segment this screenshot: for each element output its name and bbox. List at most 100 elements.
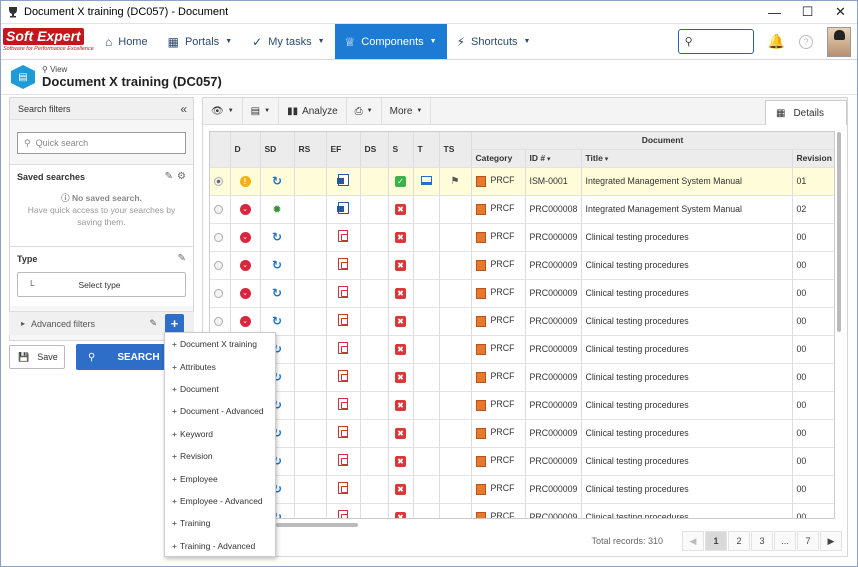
gear-icon[interactable]: ⚙ bbox=[177, 171, 186, 182]
avatar[interactable] bbox=[827, 26, 851, 57]
dropdown-item[interactable]: Employee - Advanced bbox=[165, 490, 275, 512]
pager-page-7[interactable]: 7 bbox=[797, 531, 819, 551]
row-radio[interactable] bbox=[214, 233, 223, 243]
brush-icon[interactable]: ✎ bbox=[165, 171, 173, 182]
table-row[interactable]: ⌄ ✹ ✖ PRCF PRC000008 Integrated Management Sy… bbox=[210, 195, 834, 224]
brush-icon[interactable]: ✎ bbox=[178, 253, 186, 264]
table-row[interactable]: ⌄↻✖PRCFPRC000009Clinical testing procedu… bbox=[210, 251, 834, 280]
cell-title: Clinical testing procedures bbox=[581, 251, 793, 280]
column-header-id[interactable]: ID # bbox=[525, 149, 582, 168]
softexpert-logo[interactable]: Soft Expert Software for Performance Exc… bbox=[1, 24, 95, 60]
row-select-cell[interactable] bbox=[210, 307, 231, 336]
pager-page-3[interactable]: 3 bbox=[751, 531, 773, 551]
quick-search-input[interactable]: ⚲ Quick search bbox=[17, 132, 186, 154]
column-header-s[interactable]: S bbox=[388, 132, 414, 168]
column-header-sd[interactable]: SD bbox=[260, 132, 295, 168]
view-text: View bbox=[50, 65, 68, 74]
add-filter-button[interactable]: + bbox=[165, 314, 184, 333]
column-header-category[interactable]: Category bbox=[471, 149, 526, 168]
print-button[interactable]: ⎙ ▼ bbox=[347, 98, 382, 124]
pager-page-2[interactable]: 2 bbox=[728, 531, 750, 551]
table-row[interactable]: ! ↻ ✓ ⚑ PRCF ISM-0001 Integrated Management Sy… bbox=[210, 167, 834, 196]
pager-page-1[interactable]: 1 bbox=[705, 531, 727, 551]
column-header-d[interactable]: D bbox=[230, 132, 261, 168]
column-header-ef[interactable]: EF bbox=[326, 132, 361, 168]
nav-my-tasks[interactable]: ✓ My tasks ▼ bbox=[242, 24, 334, 59]
sync-icon: ↻ bbox=[271, 174, 283, 188]
column-header-ts[interactable]: TS bbox=[439, 132, 472, 168]
table-row[interactable]: ⌄↻✖PRCFPRC000009Clinical testing procedu… bbox=[210, 391, 834, 420]
type-label: Type bbox=[17, 253, 38, 264]
dropdown-item[interactable]: Keyword bbox=[165, 423, 275, 445]
nav-components[interactable]: ♕ Components ▼ bbox=[334, 24, 447, 59]
pager-prev-button[interactable]: ◀ bbox=[682, 531, 704, 551]
column-header-t[interactable]: T bbox=[413, 132, 440, 168]
column-header-ds[interactable]: DS bbox=[360, 132, 389, 168]
table-row[interactable]: ⌄↻✖PRCFPRC000009Clinical testing procedu… bbox=[210, 363, 834, 392]
help-icon[interactable]: ? bbox=[799, 34, 813, 49]
row-select-cell[interactable] bbox=[210, 167, 231, 196]
dropdown-item[interactable]: Employee bbox=[165, 467, 275, 489]
collapse-icon[interactable]: « bbox=[180, 102, 187, 116]
cell-s: ✖ bbox=[388, 363, 414, 392]
status-overdue-icon: ⌄ bbox=[239, 259, 251, 271]
pager-next-button[interactable]: ▶ bbox=[820, 531, 842, 551]
row-radio[interactable] bbox=[214, 261, 223, 271]
more-label: More bbox=[389, 105, 413, 117]
dropdown-item[interactable]: Attributes bbox=[165, 355, 275, 377]
row-radio[interactable] bbox=[214, 289, 223, 299]
bell-icon[interactable]: 🔔 bbox=[768, 33, 785, 50]
table-row[interactable]: ⌄↻✖PRCFPRC000009Clinical testing procedu… bbox=[210, 307, 834, 336]
minimize-button[interactable]: — bbox=[758, 1, 791, 23]
dropdown-item[interactable]: Training - Advanced bbox=[165, 535, 275, 557]
row-select-cell[interactable] bbox=[210, 279, 231, 308]
vertical-scrollbar[interactable] bbox=[837, 132, 841, 332]
search-filters-title: Search filters bbox=[18, 103, 71, 114]
column-header-rs[interactable]: RS bbox=[294, 132, 327, 168]
caret-down-icon: ▼ bbox=[227, 108, 234, 114]
nav-shortcuts[interactable]: ⚡ Shortcuts ▼ bbox=[447, 24, 541, 59]
table-row[interactable]: ⌄↻✖PRCFPRC000009Clinical testing procedu… bbox=[210, 419, 834, 448]
dropdown-item[interactable]: Document X training bbox=[165, 333, 275, 355]
cell-s: ✖ bbox=[388, 307, 414, 336]
status-cancel-icon: ✖ bbox=[395, 455, 406, 467]
cell-ds bbox=[360, 307, 389, 336]
status-cancel-icon: ✖ bbox=[395, 427, 406, 439]
table-row[interactable]: ⌄↻✖PRCFPRC000009Clinical testing procedu… bbox=[210, 503, 834, 519]
row-select-cell[interactable] bbox=[210, 223, 231, 252]
save-button[interactable]: 💾 Save bbox=[9, 345, 65, 369]
view-toggle-button[interactable]: 👁 ▼ bbox=[203, 98, 243, 124]
column-header-revision[interactable]: Revision bbox=[792, 149, 834, 168]
row-radio[interactable] bbox=[214, 205, 223, 215]
dropdown-item[interactable]: Document - Advanced bbox=[165, 400, 275, 422]
table-row[interactable]: ⌄↻✖PRCFPRC000009Clinical testing procedu… bbox=[210, 279, 834, 308]
brush-icon[interactable]: ✎ bbox=[149, 318, 157, 329]
analyze-button[interactable]: ▮▮ Analyze bbox=[279, 98, 347, 124]
layout-button[interactable]: ▤ ▼ bbox=[243, 98, 280, 124]
close-button[interactable]: ✕ bbox=[824, 1, 857, 23]
details-tab[interactable]: ▦ Details bbox=[765, 100, 847, 125]
maximize-button[interactable]: ☐ bbox=[791, 1, 824, 23]
dropdown-item[interactable]: Revision bbox=[165, 445, 275, 467]
category-text: PRCF bbox=[490, 511, 515, 519]
cell-category: PRCF bbox=[471, 223, 526, 252]
row-radio[interactable] bbox=[214, 317, 223, 327]
row-select-cell[interactable] bbox=[210, 251, 231, 280]
global-search-input[interactable]: ⚲ bbox=[677, 29, 754, 54]
table-row[interactable]: ⌄↻✖PRCFPRC000009Clinical testing procedu… bbox=[210, 335, 834, 364]
dropdown-item[interactable]: Document bbox=[165, 378, 275, 400]
dropdown-item[interactable]: Training bbox=[165, 512, 275, 534]
select-type-button[interactable]: └ Select type bbox=[17, 272, 186, 297]
more-button[interactable]: More ▼ bbox=[382, 98, 432, 124]
table-row[interactable]: ⌄↻✖PRCFPRC000009Clinical testing procedu… bbox=[210, 223, 834, 252]
horizontal-scrollbar[interactable] bbox=[276, 523, 358, 527]
column-header-title[interactable]: Title bbox=[581, 149, 793, 168]
nav-home[interactable]: ⌂ Home bbox=[95, 24, 158, 59]
nav-portals[interactable]: ▦ Portals ▼ bbox=[158, 24, 243, 59]
row-select-cell[interactable] bbox=[210, 195, 231, 224]
table-row[interactable]: ⌄↻✖PRCFPRC000009Clinical testing procedu… bbox=[210, 475, 834, 504]
bar-chart-icon: ▮▮ bbox=[287, 105, 299, 117]
cell-revision: 02 bbox=[792, 195, 834, 224]
row-radio[interactable] bbox=[214, 177, 223, 187]
table-row[interactable]: ⌄↻✖PRCFPRC000009Clinical testing procedu… bbox=[210, 447, 834, 476]
